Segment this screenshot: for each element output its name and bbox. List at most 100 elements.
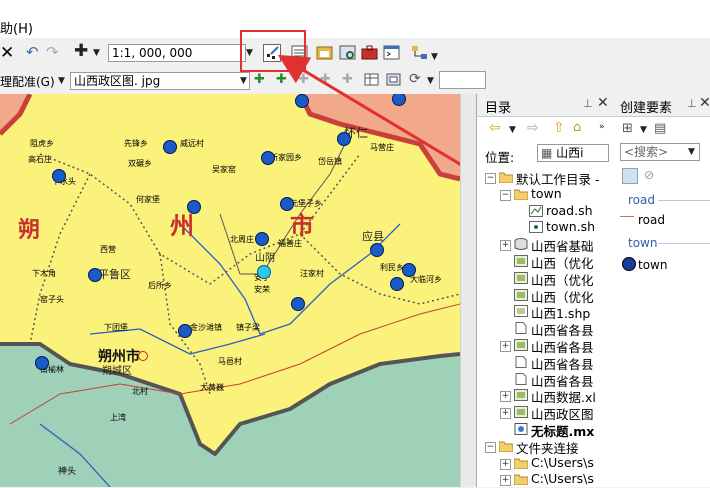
town-point[interactable] <box>52 169 66 183</box>
point-feature-icon <box>529 221 543 234</box>
shift-icon[interactable]: ✚ <box>320 72 331 87</box>
town-point[interactable] <box>390 277 404 291</box>
tree-expander-icon[interactable]: + <box>500 475 511 487</box>
python-window-icon[interactable] <box>383 44 401 62</box>
place-label: 北周庄 <box>230 235 254 244</box>
town-point[interactable] <box>337 132 351 146</box>
rotate-left-icon[interactable]: ⟳ <box>409 71 421 87</box>
town-template[interactable]: town <box>638 258 667 272</box>
delete-icon[interactable]: ✕ <box>0 43 14 63</box>
organize-templates-icon[interactable]: ⊞ <box>622 121 633 136</box>
tree-item[interactable]: road.sh <box>546 203 593 218</box>
place-label: 下木角 <box>32 269 56 278</box>
place-label: 后所乡 <box>148 281 172 290</box>
georeferencing-menu[interactable]: 理配准(G) <box>0 73 55 90</box>
rotate-dropdown-icon[interactable]: ▼ <box>427 76 434 86</box>
tree-expander-icon[interactable]: − <box>500 189 511 201</box>
file-icon <box>514 322 528 335</box>
close-icon[interactable]: ✕ <box>597 95 609 111</box>
place-label: 西营 <box>100 245 116 254</box>
place-label: 元堡子乡 <box>290 199 322 208</box>
town-point-symbol <box>622 257 636 271</box>
map-scale-combo[interactable]: 1:1, 000, 000 <box>108 44 246 62</box>
town-point[interactable] <box>35 356 49 370</box>
town-point[interactable] <box>178 324 192 338</box>
pin-icon[interactable]: ⊥ <box>583 97 593 110</box>
georeferencing-dropdown-icon[interactable]: ▼ <box>58 76 65 86</box>
add-data-dropdown-icon[interactable]: ▼ <box>93 48 100 58</box>
more-icon[interactable]: » <box>599 122 605 132</box>
tree-expander-icon[interactable]: + <box>500 408 511 420</box>
cf-pin-icon[interactable]: ⊥ <box>687 97 697 110</box>
raster-icon <box>514 271 528 284</box>
layer-dropdown-icon[interactable]: ▼ <box>240 76 247 86</box>
tree-expander-icon[interactable]: − <box>485 441 496 453</box>
redo-icon[interactable]: ↷ <box>46 43 59 61</box>
town-point[interactable] <box>295 94 309 108</box>
modelbuilder-icon[interactable] <box>411 44 429 62</box>
town-point[interactable] <box>280 197 294 211</box>
menu-help[interactable]: 助(H) <box>0 18 33 37</box>
town-point[interactable] <box>291 297 305 311</box>
file-icon <box>514 372 528 385</box>
clear-search-icon[interactable]: ⊘ <box>644 168 654 182</box>
catalog-window-icon[interactable] <box>316 44 334 62</box>
rotate-icon[interactable]: ✚ <box>298 72 309 87</box>
home-icon[interactable]: ⌂ <box>573 120 581 135</box>
link-table-icon[interactable] <box>364 72 382 90</box>
map-view[interactable]: 朔 州 市 朔州市 朔城区 怀仁 山阴 平鲁区 应县 先锋乡 威远村 阻虎乡 双… <box>0 94 460 487</box>
search-icon[interactable] <box>622 168 638 184</box>
map-scrollbar[interactable] <box>460 94 477 487</box>
georef-layer-combo[interactable]: 山西政区图. jpg <box>70 72 250 90</box>
map-scale-value: 1:1, 000, 000 <box>112 46 193 60</box>
add-data-icon[interactable]: ✚ <box>74 41 88 61</box>
tree-item[interactable]: C:\Users\s <box>531 455 594 470</box>
location-value: 山西i <box>556 146 584 160</box>
location-label: 位置: <box>485 150 515 165</box>
forward-icon[interactable]: ⇨ <box>527 120 539 136</box>
place-label: 威远村 <box>180 139 204 148</box>
location-combo[interactable]: ▦ 山西i <box>537 144 609 162</box>
place-label: 下团堡 <box>104 323 128 332</box>
scale-icon[interactable]: ✚ <box>342 72 353 87</box>
folder-icon <box>513 457 529 470</box>
road-template[interactable]: road <box>638 213 665 227</box>
toolbar-options-dropdown-icon[interactable]: ▼ <box>431 52 438 62</box>
undo-icon[interactable]: ↶ <box>26 43 39 61</box>
cf-close-icon[interactable]: ✕ <box>699 95 710 111</box>
search-dropdown-icon[interactable]: ▼ <box>688 147 695 157</box>
selected-town-point[interactable] <box>257 265 271 279</box>
rotation-value-field[interactable] <box>439 71 486 89</box>
back-dropdown-icon[interactable]: ▼ <box>509 125 516 135</box>
tree-expander-icon[interactable]: + <box>500 341 511 352</box>
tree-expander-icon[interactable]: + <box>500 458 511 470</box>
town-point[interactable] <box>402 263 416 277</box>
place-label: 北村 <box>132 387 148 396</box>
up-folder-icon[interactable]: ⇧ <box>553 120 565 136</box>
town-group-line <box>658 243 710 244</box>
tree-expander-icon[interactable]: − <box>485 173 496 184</box>
arctoolbox-icon[interactable] <box>361 44 379 62</box>
tree-expander-icon[interactable]: + <box>500 391 511 403</box>
road-line-symbol <box>620 216 634 217</box>
search-window-icon[interactable] <box>339 44 357 62</box>
select-link-icon[interactable]: ✚ <box>276 72 287 87</box>
viewer-icon[interactable] <box>386 72 404 90</box>
tree-item[interactable]: C:\Users\s <box>531 471 594 486</box>
town-point[interactable] <box>261 151 275 165</box>
template-properties-icon[interactable]: ▤ <box>654 121 666 136</box>
town-point[interactable] <box>88 268 102 282</box>
back-icon[interactable]: ⇦ <box>489 120 501 136</box>
organize-dropdown-icon[interactable]: ▼ <box>640 125 647 135</box>
town-point[interactable] <box>370 243 384 257</box>
town-point[interactable] <box>255 232 269 246</box>
tree-item[interactable]: town <box>531 186 562 201</box>
town-point[interactable] <box>163 140 177 154</box>
file-icon <box>514 355 528 368</box>
tree-item[interactable]: town.sh <box>546 219 595 234</box>
place-label: 安荣 <box>254 285 270 294</box>
add-control-points-icon[interactable]: ✚ <box>254 72 265 87</box>
town-group-header: town <box>628 236 658 250</box>
tree-expander-icon[interactable]: + <box>500 240 511 252</box>
town-point[interactable] <box>187 200 201 214</box>
